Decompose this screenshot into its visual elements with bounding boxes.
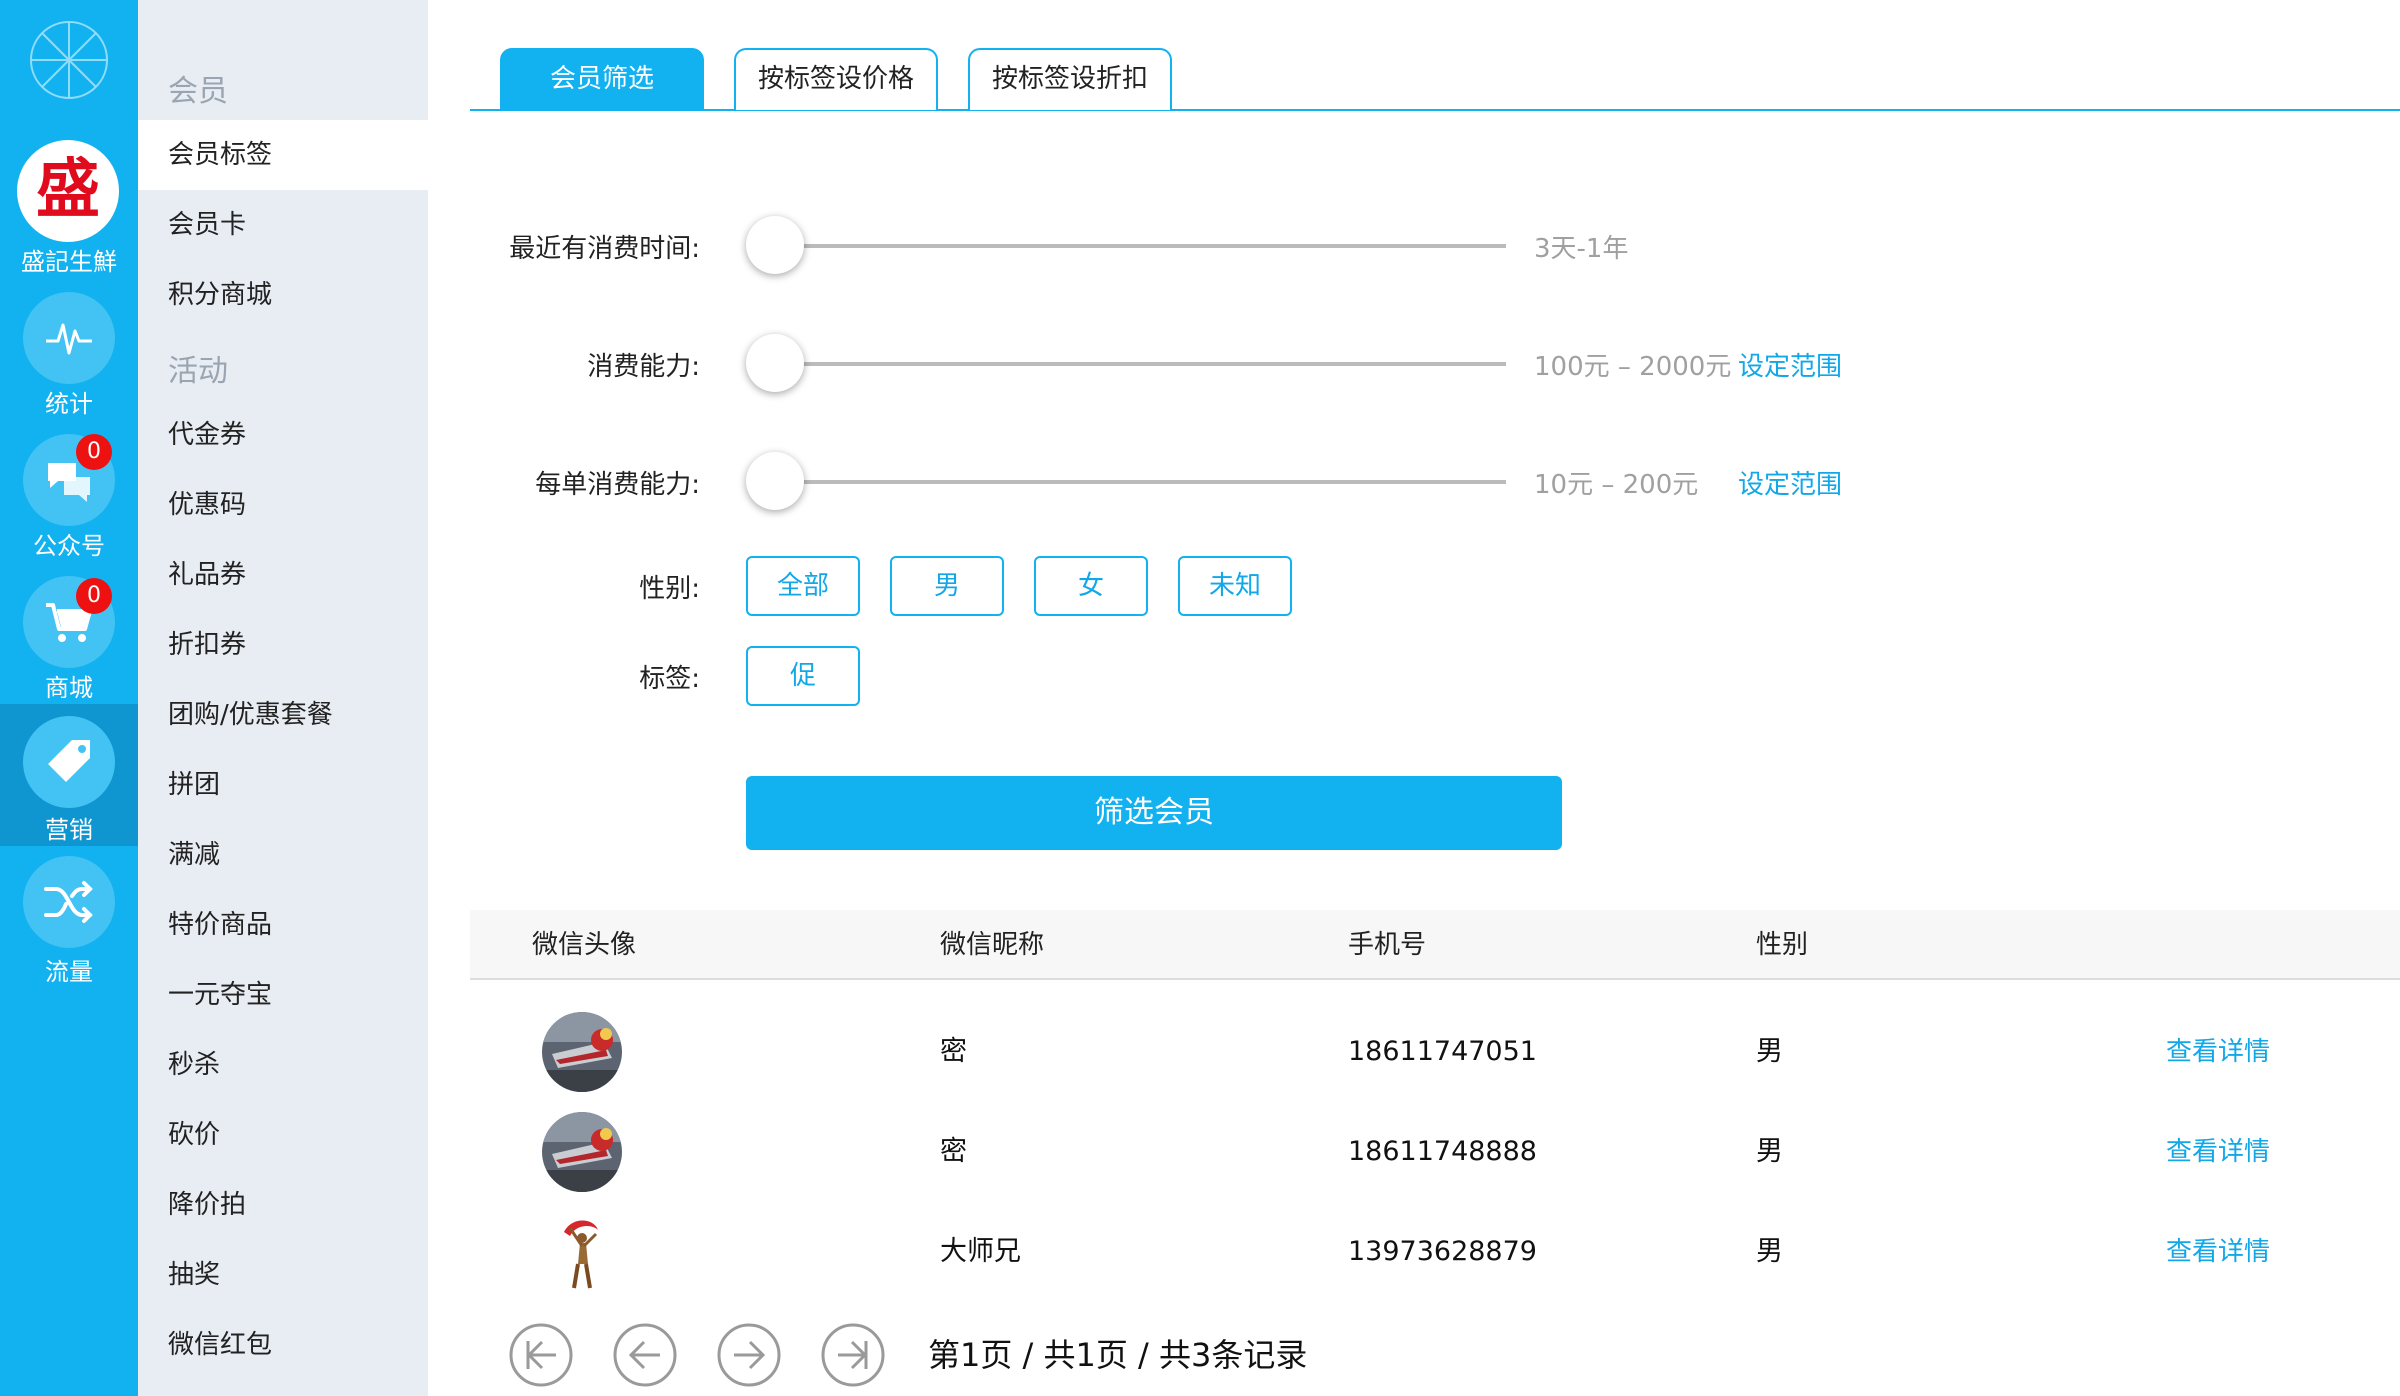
member-gender: 男: [1756, 1036, 1783, 1067]
avatar-dancer-icon: [542, 1212, 622, 1292]
gender-label: 性别:: [639, 574, 700, 604]
per-order-slider-track[interactable]: [778, 480, 1506, 484]
menu-item-one-yuan-treasure[interactable]: 一元夺宝: [138, 960, 428, 1030]
menu-item-full-reduction[interactable]: 满减: [138, 820, 428, 890]
per-order-value: 10元 – 200元: [1534, 470, 1699, 500]
price-tag-icon: [48, 740, 90, 782]
tab-discount-by-tag[interactable]: 按标签设折扣: [968, 48, 1172, 110]
recent-purchase-value: 3天-1年: [1534, 234, 1629, 264]
member-nickname: 密: [940, 1036, 967, 1067]
menu-item-bargain[interactable]: 砍价: [138, 1100, 428, 1170]
menu-item-member-tags[interactable]: 会员标签: [138, 120, 428, 190]
menu-item-promo-code[interactable]: 优惠码: [138, 470, 428, 540]
rail-item-stats[interactable]: 统计: [0, 284, 138, 426]
gender-all-button[interactable]: 全部: [746, 556, 860, 616]
column-header-gender: 性别: [1756, 930, 1809, 960]
spending-ability-slider-handle[interactable]: [746, 334, 804, 392]
pulse-icon: [46, 323, 92, 355]
menu-item-team-buy[interactable]: 拼团: [138, 750, 428, 820]
rail-label: 流量: [45, 958, 93, 986]
menu-item-lottery[interactable]: 抽奖: [138, 1240, 428, 1310]
menu-item-group-buy[interactable]: 团购/优惠套餐: [138, 680, 428, 750]
member-avatar: [542, 1212, 622, 1292]
table-row: 大师兄 13973628879 男 查看详情: [470, 1202, 2400, 1302]
member-avatar: [542, 1012, 622, 1092]
next-page-icon[interactable]: [716, 1322, 782, 1388]
recent-purchase-slider-track[interactable]: [778, 244, 1506, 248]
gender-male-button[interactable]: 男: [890, 556, 1004, 616]
menu-item-price-drop-auction[interactable]: 降价拍: [138, 1170, 428, 1240]
member-gender: 男: [1756, 1136, 1783, 1167]
spending-ability-set-range-link[interactable]: 设定范围: [1738, 346, 1842, 383]
brand-logo-char: 盛: [36, 152, 100, 227]
tab-price-by-tag[interactable]: 按标签设价格: [734, 48, 938, 110]
icon-rail: 盛 盛記生鮮 统计 0 公众号 0 商城 营销 流量: [0, 0, 138, 1396]
view-details-link[interactable]: 查看详情: [2166, 1002, 2270, 1102]
secondary-menu: 会员 会员标签 会员卡 积分商城 活动 代金券 优惠码 礼品券 折扣券 团购/优…: [138, 0, 428, 1396]
column-header-phone: 手机号: [1348, 930, 1427, 960]
view-details-link[interactable]: 查看详情: [2166, 1102, 2270, 1202]
tag-label: 标签:: [639, 664, 700, 694]
table-row: 密 18611747051 男 查看详情: [470, 1002, 2400, 1102]
menu-item-member-card[interactable]: 会员卡: [138, 190, 428, 260]
rail-label: 商城: [45, 674, 93, 702]
spending-ability-value: 100元 – 2000元: [1534, 352, 1732, 382]
column-header-avatar: 微信头像: [532, 930, 637, 960]
spending-ability-slider-track[interactable]: [778, 362, 1506, 366]
per-order-slider-handle[interactable]: [746, 452, 804, 510]
column-header-nickname: 微信昵称: [940, 930, 1045, 960]
member-phone: 18611748888: [1348, 1136, 1537, 1167]
per-order-ability-label: 每单消费能力:: [535, 470, 700, 500]
member-phone: 13973628879: [1348, 1236, 1537, 1267]
rail-item-mall[interactable]: 0 商城: [0, 568, 138, 710]
recent-purchase-slider-handle[interactable]: [746, 216, 804, 274]
rail-label: 公众号: [33, 532, 105, 560]
member-nickname: 密: [940, 1136, 967, 1167]
menu-group-member: 会员: [168, 74, 228, 109]
avatar-photo-icon: [542, 1112, 622, 1192]
member-gender: 男: [1756, 1236, 1783, 1267]
tag-option-button[interactable]: 促: [746, 646, 860, 706]
gender-unknown-button[interactable]: 未知: [1178, 556, 1292, 616]
menu-item-special-goods[interactable]: 特价商品: [138, 890, 428, 960]
pagination-summary: 第1页 / 共1页 / 共3条记录: [928, 1336, 1308, 1374]
rail-label: 统计: [45, 390, 93, 418]
menu-item-wechat-red-packet[interactable]: 微信红包: [138, 1310, 428, 1380]
notification-badge: 0: [76, 434, 112, 470]
rail-label: 营销: [45, 816, 93, 844]
previous-page-icon[interactable]: [612, 1322, 678, 1388]
view-details-link[interactable]: 查看详情: [2166, 1202, 2270, 1302]
table-header: 微信头像 微信昵称 手机号 性别: [470, 910, 2400, 980]
rail-item-traffic[interactable]: 流量: [0, 852, 138, 994]
table-row: 密 18611748888 男 查看详情: [470, 1102, 2400, 1202]
avatar-photo-icon: [542, 1012, 622, 1092]
brand-avatar[interactable]: 盛: [17, 140, 119, 242]
first-page-icon[interactable]: [508, 1322, 574, 1388]
member-phone: 18611747051: [1348, 1036, 1537, 1067]
member-nickname: 大师兄: [940, 1236, 1021, 1267]
per-order-set-range-link[interactable]: 设定范围: [1738, 464, 1842, 501]
member-avatar: [542, 1112, 622, 1192]
rail-item-wechat-account[interactable]: 0 公众号: [0, 426, 138, 568]
last-page-icon[interactable]: [820, 1322, 886, 1388]
notification-badge: 0: [76, 578, 112, 614]
filter-members-button[interactable]: 筛选会员: [746, 776, 1562, 850]
brand-name: 盛記生鮮: [21, 248, 117, 276]
menu-item-flash-sale[interactable]: 秒杀: [138, 1030, 428, 1100]
menu-item-voucher[interactable]: 代金券: [138, 400, 428, 470]
menu-group-activity: 活动: [168, 354, 228, 389]
menu-item-gift-voucher[interactable]: 礼品券: [138, 540, 428, 610]
menu-item-discount-voucher[interactable]: 折扣券: [138, 610, 428, 680]
menu-item-points-mall[interactable]: 积分商城: [138, 260, 428, 330]
tab-member-filter[interactable]: 会员筛选: [500, 48, 704, 110]
recent-purchase-label: 最近有消费时间:: [509, 234, 700, 264]
wheel-logo-icon: [30, 21, 108, 99]
shuffle-icon: [44, 881, 93, 923]
rail-item-marketing[interactable]: 营销: [0, 704, 138, 846]
gender-female-button[interactable]: 女: [1034, 556, 1148, 616]
spending-ability-label: 消费能力:: [587, 352, 700, 382]
